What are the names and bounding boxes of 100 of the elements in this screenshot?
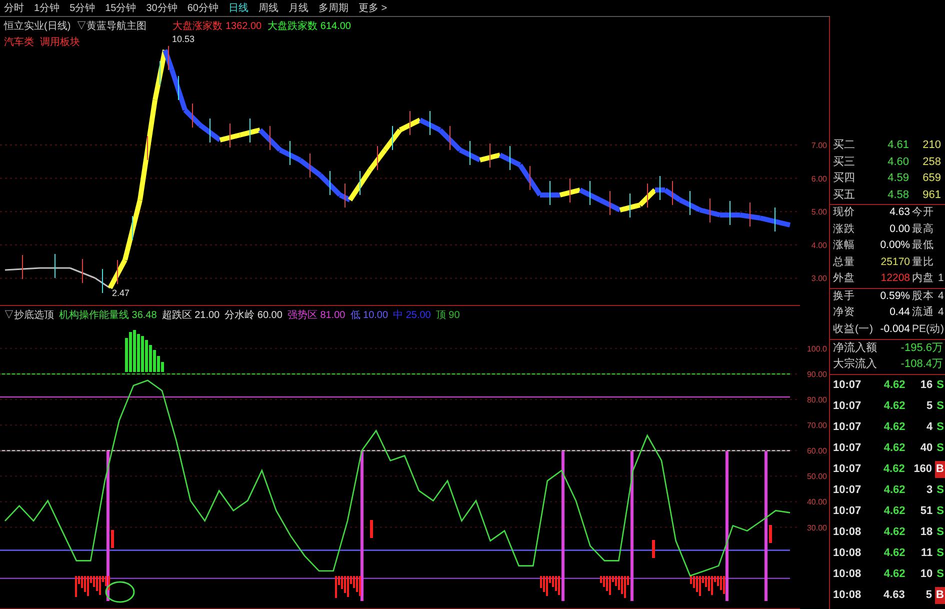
flow-value: -195.6万 (900, 340, 943, 356)
tick-time: 10:07 (833, 420, 862, 436)
stat-label: 股本 (911, 288, 934, 304)
bid-price: 4.60 (886, 154, 909, 170)
stat-value: 4 (937, 305, 944, 320)
volume-histogram (125, 330, 164, 372)
legend-label: 顶 90 (436, 309, 460, 323)
legend-label: 分水岭 60.00 (224, 308, 282, 323)
legend-label: 大盘涨家数 1362.00 (172, 20, 262, 34)
period-tab[interactable]: 分时 (4, 0, 24, 16)
tick-time: 10:08 (833, 588, 862, 604)
period-tab[interactable]: 60分钟 (187, 0, 218, 16)
flow-label: 大宗流入 (833, 356, 877, 372)
stat-value: 0.00 (888, 222, 911, 237)
tick-volume: 4 (926, 420, 933, 436)
stat-label: 最低 (911, 238, 934, 254)
tick-time: 10:08 (833, 567, 862, 582)
tick-volume: 10 (919, 567, 933, 582)
stat-label: 流通 (911, 305, 934, 320)
axis-label: 60.00 (806, 446, 827, 456)
indicator-name: ▽黄蓝导航主图 (76, 20, 147, 34)
stat-label: 外盘 (833, 271, 856, 286)
bid-volume: 961 (922, 188, 941, 202)
tick-volume: 40 (919, 441, 933, 456)
period-tab[interactable]: 15分钟 (105, 0, 136, 16)
axis-label: 50.00 (806, 472, 827, 482)
period-tab[interactable]: 1分钟 (34, 0, 60, 16)
tick-volume: 5 (926, 399, 933, 414)
stat-label: 总量 (833, 254, 856, 270)
axis-label: 80.00 (806, 396, 827, 405)
bid-label: 买五 (833, 188, 856, 202)
histogram-bar (370, 520, 373, 538)
tick-volume: 51 (919, 504, 933, 520)
legend-label: 低 10.00 (350, 309, 388, 323)
stat-value: 0.59% (879, 288, 911, 304)
tick-volume: 5 (924, 588, 932, 604)
stat-label: 净资 (833, 305, 856, 320)
trade-side: S (936, 546, 945, 562)
trade-side: S (936, 504, 945, 520)
axis-label: 90.00 (806, 370, 827, 379)
price-annotation: 10.53 (172, 34, 195, 44)
trade-side: S (936, 441, 945, 456)
trade-side: B (935, 461, 945, 478)
legend-label: 超跌区 21.00 (162, 308, 220, 323)
tick-time: 10:07 (833, 462, 862, 478)
trade-side: S (936, 525, 945, 540)
period-tab[interactable]: 5分钟 (70, 0, 96, 16)
tick-time: 10:07 (833, 399, 862, 414)
tick-price: 4.62 (882, 441, 906, 456)
tick-price: 4.62 (882, 567, 906, 582)
bid-label: 买二 (833, 138, 856, 153)
tick-time: 10:07 (833, 504, 862, 520)
axis-label: 5.00 (811, 208, 827, 217)
stat-value: 0.44 (888, 305, 911, 320)
tick-time: 10:07 (833, 441, 862, 456)
axis-label: 30.00 (806, 523, 827, 532)
bid-label: 买三 (833, 154, 856, 170)
trade-side: S (936, 420, 945, 436)
axis-label: 100.0 (806, 344, 827, 354)
period-tab[interactable]: 30分钟 (146, 0, 178, 16)
bid-volume: 210 (922, 138, 941, 153)
tick-time: 10:07 (833, 378, 862, 394)
period-tab[interactable]: 更多 > (358, 0, 388, 16)
bid-volume: 659 (922, 171, 941, 186)
period-tab[interactable]: 周线 (258, 0, 278, 16)
stat-value: 4.63 (888, 205, 911, 220)
tick-price: 4.62 (882, 420, 906, 436)
axis-label: 6.00 (811, 174, 827, 184)
legend-label: 中 25.00 (393, 308, 431, 323)
tick-time: 10:07 (833, 483, 862, 498)
stat-label: 今开 (911, 205, 934, 220)
axis-label: 70.00 (806, 421, 827, 430)
stat-value: 12208 (880, 271, 911, 286)
stock-title: 恒立实业(日线) (4, 20, 71, 34)
tick-volume: 160 (912, 462, 932, 478)
stat-label: 最高 (911, 222, 934, 237)
axis-label: 7.00 (811, 141, 827, 150)
tick-price: 4.62 (882, 483, 906, 498)
tick-time: 10:08 (833, 546, 862, 562)
trade-side: S (936, 399, 945, 414)
period-tab[interactable]: 月线 (288, 0, 308, 16)
bid-volume: 258 (922, 154, 941, 170)
tick-time: 10:08 (833, 525, 862, 540)
legend-label: 强势区 81.00 (287, 308, 346, 323)
axis-label: 4.00 (811, 240, 827, 250)
sector-label: 调用板块 (40, 36, 80, 50)
legend-label: 机构操作能量线 36.48 (59, 308, 157, 323)
trade-side: S (936, 567, 945, 582)
bid-price: 4.58 (886, 188, 909, 202)
axis-label: 40.00 (806, 498, 827, 507)
period-tab[interactable]: 日线 (228, 0, 248, 16)
axis-label: 3.00 (811, 274, 827, 284)
stat-value: 1 (937, 271, 944, 286)
histogram-bar (111, 530, 114, 548)
stat-value: 0.00% (879, 238, 911, 254)
legend-label: 大盘跌家数 614.00 (268, 20, 351, 34)
period-tab[interactable]: 多周期 (318, 0, 348, 16)
tick-price: 4.62 (882, 462, 905, 478)
stat-label: 量比 (911, 254, 934, 270)
tick-price: 4.62 (882, 546, 906, 562)
